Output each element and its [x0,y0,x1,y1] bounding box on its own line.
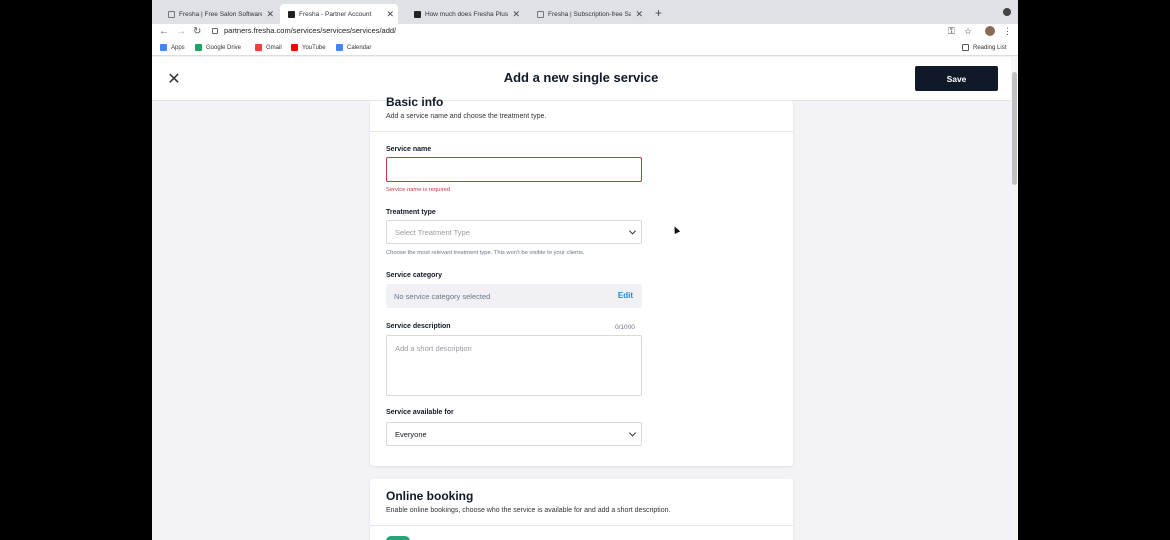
service-available-label: Service available for [386,409,454,416]
scrollbar-thumb[interactable] [1012,72,1017,185]
service-description-textarea[interactable]: Add a short description [386,335,642,396]
lock-icon [212,27,218,34]
reading-list[interactable]: Reading List [962,44,1006,51]
page-scrollbar[interactable] [1011,57,1018,540]
reload-icon[interactable]: ↻ [193,26,201,37]
bookmark-apps[interactable]: Apps [160,44,185,51]
browser-toolbar: ← → ↻ partners.fresha.com/services/servi… [152,24,1018,42]
basic-info-card: Basic info Add a service name and choose… [370,95,793,466]
google-drive-icon [195,44,202,51]
bookmark-label: Calendar [347,44,372,51]
reading-list-icon [962,44,969,51]
close-tab-icon[interactable]: ✕ [512,9,520,20]
section-subtitle: Add a service name and choose the treatm… [386,113,547,120]
profile-avatar[interactable] [985,26,995,36]
bookmark-calendar[interactable]: Calendar [336,44,371,51]
service-available-value: Everyone [395,429,427,439]
chevron-down-icon [628,429,637,437]
close-tab-icon[interactable]: ✕ [386,9,394,20]
url-text: partners.fresha.com/services/services/se… [224,26,397,35]
bookmark-label: Apps [171,44,185,51]
star-icon[interactable]: ☆ [964,26,972,37]
treatment-type-placeholder: Select Treatment Type [395,227,470,237]
close-tab-icon[interactable]: ✕ [266,9,274,20]
service-category-value: No service category selected [394,291,491,301]
online-booking-card: Online booking Enable online bookings, c… [370,479,793,540]
menu-dots-icon[interactable]: ⋮ [1003,26,1012,37]
section-title: Basic info [386,95,444,109]
service-category-label: Service category [386,272,443,279]
treatment-type-label: Treatment type [386,209,436,216]
bookmark-google-drive[interactable]: Google Drive [195,44,241,51]
forward-arrow-icon[interactable]: → [176,26,186,37]
back-arrow-icon[interactable]: ← [159,26,169,37]
tab-title: Fresha | Subscription-free Salo [548,10,632,18]
online-booking-toggle[interactable] [386,536,410,540]
browser-tab-active[interactable]: Fresha - Partner Account ✕ [280,4,398,24]
bookmark-label: Gmail [266,44,282,51]
address-bar[interactable]: partners.fresha.com/services/services/se… [212,26,396,35]
service-category-field: No service category selected Edit [386,284,642,308]
section-title: Online booking [386,489,474,503]
window-control-icon[interactable] [1003,8,1011,16]
youtube-icon [291,44,298,51]
description-counter: 0/1000 [615,324,635,331]
reading-list-label: Reading List [973,44,1007,51]
calendar-icon [336,44,343,51]
browser-tab[interactable]: How much does Fresha Plus co ✕ [406,4,524,24]
chevron-down-icon [628,227,637,235]
tab-bar: Fresha | Free Salon Software | ✕ Fresha … [152,0,1018,24]
tab-title: Fresha | Free Salon Software | [179,10,263,18]
edit-category-link[interactable]: Edit [618,291,633,300]
service-description-label: Service description [386,323,451,330]
bookmark-label: Google Drive [206,44,242,51]
gmail-icon [255,44,262,51]
bookmark-label: YouTube [302,44,326,51]
service-name-input[interactable] [386,157,642,182]
bookmark-youtube[interactable]: YouTube [291,44,326,51]
browser-tab[interactable]: Fresha | Free Salon Software | ✕ [160,4,278,24]
browser-window: Fresha | Free Salon Software | ✕ Fresha … [152,0,1018,540]
browser-tab[interactable]: Fresha | Subscription-free Salo ✕ [529,4,647,24]
close-tab-icon[interactable]: ✕ [635,9,643,20]
tab-title: How much does Fresha Plus co [425,10,509,18]
service-name-error: Service name is required [386,187,451,193]
fresha-favicon-icon [537,10,544,18]
page-title: Add a new single service [503,70,659,85]
bookmark-gmail[interactable]: Gmail [255,44,282,51]
treatment-type-hint: Choose the most relevant treatment type.… [386,250,585,256]
fresha-favicon-icon [168,10,175,18]
treatment-type-select[interactable]: Select Treatment Type [386,220,642,244]
page-favicon-icon [414,10,421,18]
key-icon[interactable]: ⚿ [948,26,955,37]
new-tab-icon[interactable]: + [655,6,662,20]
service-available-select[interactable]: Everyone [386,422,642,446]
apps-grid-icon [160,44,167,51]
tab-title: Fresha - Partner Account [299,10,372,18]
fresha-favicon-icon [288,10,295,18]
save-button[interactable]: Save [915,66,998,91]
service-name-label: Service name [386,146,432,153]
bookmarks-bar: Apps Google Drive Gmail YouTube Calendar… [152,42,1018,56]
divider [370,525,793,526]
app-header: ✕ Add a new single service Save [152,57,1018,101]
section-subtitle: Enable online bookings, choose who the s… [386,507,671,514]
divider [370,131,793,132]
